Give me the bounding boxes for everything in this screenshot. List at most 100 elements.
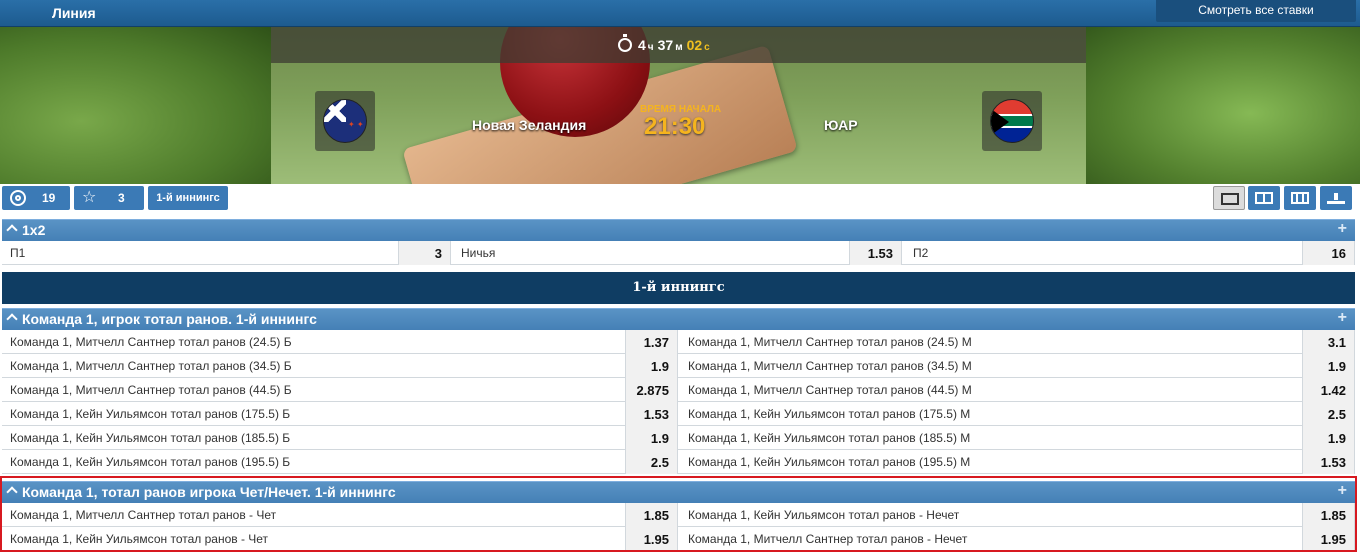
- odd-cell-left[interactable]: Команда 1, Митчелл Сантнер тотал ранов -…: [2, 503, 678, 527]
- table-row: Команда 1, Митчелл Сантнер тотал ранов (…: [2, 330, 1355, 354]
- odd-cell-right[interactable]: Команда 1, Кейн Уильямсон тотал ранов (1…: [680, 426, 1355, 450]
- timer-minutes: 37: [657, 37, 674, 53]
- odd-cell-left[interactable]: Команда 1, Митчелл Сантнер тотал ранов (…: [2, 354, 678, 378]
- outcome-name: Команда 1, Митчелл Сантнер тотал ранов (…: [10, 335, 292, 349]
- odd-cell-left[interactable]: Команда 1, Митчелл Сантнер тотал ранов (…: [2, 330, 678, 354]
- table-row: Команда 1, Митчелл Сантнер тотал ранов (…: [2, 354, 1355, 378]
- odd-value[interactable]: 2.5: [1302, 402, 1354, 426]
- odd-value[interactable]: 1.53: [849, 241, 901, 265]
- two-columns-icon: [1255, 192, 1273, 204]
- odd-value[interactable]: 2.875: [625, 378, 677, 402]
- market-title: Команда 1, тотал ранов игрока Чет/Нечет.…: [22, 484, 396, 500]
- banner-grass-left: [0, 27, 271, 184]
- odd-value[interactable]: 1.85: [625, 503, 677, 527]
- outcome-name: Команда 1, Митчелл Сантнер тотал ранов (…: [10, 359, 292, 373]
- odd-value[interactable]: 1.9: [625, 426, 677, 450]
- plus-icon[interactable]: +: [1338, 220, 1347, 238]
- timer-seconds-unit: с: [704, 42, 710, 53]
- all-markets-button[interactable]: 19: [2, 186, 70, 210]
- odd-cell-right[interactable]: Команда 1, Кейн Уильямсон тотал ранов (1…: [680, 450, 1355, 474]
- odd-value[interactable]: 1.85: [1302, 503, 1354, 527]
- compact-view-icon: [1327, 192, 1345, 204]
- table-row: Команда 1, Митчелл Сантнер тотал ранов -…: [2, 503, 1355, 527]
- table-row: Команда 1, Митчелл Сантнер тотал ранов (…: [2, 378, 1355, 402]
- odd-cell-right[interactable]: Команда 1, Митчелл Сантнер тотал ранов (…: [680, 378, 1355, 402]
- market-header[interactable]: 1х2 +: [2, 219, 1355, 241]
- market-header[interactable]: Команда 1, тотал ранов игрока Чет/Нечет.…: [2, 481, 1355, 503]
- odd-value[interactable]: 1.9: [625, 354, 677, 378]
- view-one-column-button[interactable]: [1213, 186, 1245, 210]
- view-compact-button[interactable]: [1320, 186, 1352, 210]
- odd-value[interactable]: 1.95: [625, 527, 677, 551]
- timer-hours: 4: [638, 37, 646, 53]
- outcome-name: П2: [913, 246, 929, 260]
- odd-cell-p2[interactable]: П2 16: [905, 241, 1355, 265]
- odd-cell-right[interactable]: Команда 1, Кейн Уильямсон тотал ранов - …: [680, 503, 1355, 527]
- favorites-count: 3: [118, 191, 125, 205]
- see-all-bets-button[interactable]: Смотреть все ставки: [1156, 0, 1356, 22]
- outcome-name: Команда 1, Кейн Уильямсон тотал ранов - …: [10, 532, 269, 546]
- three-columns-icon: [1291, 192, 1309, 204]
- stopwatch-icon: [618, 34, 632, 52]
- new-zealand-flag-icon: [323, 99, 367, 143]
- chevron-up-icon: [6, 224, 18, 236]
- odd-value[interactable]: 1.95: [1302, 527, 1354, 551]
- view-three-columns-button[interactable]: [1284, 186, 1316, 210]
- odd-value[interactable]: 3.1: [1302, 330, 1354, 354]
- odd-value[interactable]: 1.9: [1302, 354, 1354, 378]
- outcome-name: Команда 1, Кейн Уильямсон тотал ранов (1…: [688, 407, 971, 421]
- page-title: Линия: [52, 5, 96, 21]
- outcome-name: П1: [10, 246, 26, 260]
- timer-hours-unit: ч: [647, 42, 654, 53]
- market-row: П1 3 Ничья 1.53 П2 16: [2, 241, 1355, 265]
- odd-cell-p1[interactable]: П1 3: [2, 241, 451, 265]
- start-time: 21:30: [644, 113, 706, 140]
- team1-name: Новая Зеландия: [472, 117, 587, 133]
- market-title: 1х2: [22, 222, 46, 238]
- odd-cell-right[interactable]: Команда 1, Митчелл Сантнер тотал ранов (…: [680, 354, 1355, 378]
- market-header[interactable]: Команда 1, игрок тотал ранов. 1-й иннинг…: [2, 308, 1355, 330]
- odd-cell-left[interactable]: Команда 1, Кейн Уильямсон тотал ранов (1…: [2, 426, 678, 450]
- outcome-name: Команда 1, Кейн Уильямсон тотал ранов (1…: [688, 431, 971, 445]
- odd-cell-left[interactable]: Команда 1, Кейн Уильямсон тотал ранов (1…: [2, 450, 678, 474]
- odd-cell-left[interactable]: Команда 1, Кейн Уильямсон тотал ранов (1…: [2, 402, 678, 426]
- section-innings-header[interactable]: 1-й иннингс: [2, 272, 1355, 304]
- team2-flag-box: [982, 91, 1042, 151]
- plus-icon[interactable]: +: [1338, 482, 1347, 500]
- odd-value[interactable]: 3: [398, 241, 450, 265]
- odd-value[interactable]: 1.53: [1302, 450, 1354, 474]
- innings-filter-button[interactable]: 1-й иннингс: [148, 186, 228, 210]
- table-row: Команда 1, Кейн Уильямсон тотал ранов - …: [2, 527, 1355, 551]
- outcome-name: Команда 1, Митчелл Сантнер тотал ранов -…: [688, 532, 968, 546]
- view-two-columns-button[interactable]: [1248, 186, 1280, 210]
- market-odd-even: Команда 1, тотал ранов игрока Чет/Нечет.…: [2, 481, 1355, 551]
- odd-cell-right[interactable]: Команда 1, Митчелл Сантнер тотал ранов (…: [680, 330, 1355, 354]
- outcome-name: Команда 1, Кейн Уильямсон тотал ранов (1…: [10, 407, 291, 421]
- chevron-up-icon: [6, 313, 18, 325]
- favorites-button[interactable]: ☆ 3: [74, 186, 144, 210]
- plus-icon[interactable]: +: [1338, 309, 1347, 327]
- team2-name: ЮАР: [824, 117, 858, 133]
- odd-cell-left[interactable]: Команда 1, Кейн Уильямсон тотал ранов - …: [2, 527, 678, 551]
- odd-value[interactable]: 16: [1302, 241, 1354, 265]
- odd-value[interactable]: 1.53: [625, 402, 677, 426]
- market-toolbar: 19 ☆ 3 1-й иннингс: [0, 186, 1360, 212]
- outcome-name: Команда 1, Кейн Уильямсон тотал ранов - …: [688, 508, 960, 522]
- odd-value[interactable]: 1.9: [1302, 426, 1354, 450]
- target-icon: [10, 190, 26, 206]
- table-row: Команда 1, Кейн Уильямсон тотал ранов (1…: [2, 402, 1355, 426]
- odd-value[interactable]: 1.42: [1302, 378, 1354, 402]
- odd-value[interactable]: 1.37: [625, 330, 677, 354]
- odd-cell-right[interactable]: Команда 1, Кейн Уильямсон тотал ранов (1…: [680, 402, 1355, 426]
- odd-cell-left[interactable]: Команда 1, Митчелл Сантнер тотал ранов (…: [2, 378, 678, 402]
- top-bar: Линия Смотреть все ставки: [0, 0, 1360, 27]
- outcome-name: Команда 1, Митчелл Сантнер тотал ранов -…: [10, 508, 277, 522]
- outcome-name: Команда 1, Митчелл Сантнер тотал ранов (…: [10, 383, 292, 397]
- table-row: Команда 1, Кейн Уильямсон тотал ранов (1…: [2, 450, 1355, 474]
- odd-cell-right[interactable]: Команда 1, Митчелл Сантнер тотал ранов -…: [680, 527, 1355, 551]
- outcome-name: Команда 1, Кейн Уильямсон тотал ранов (1…: [10, 431, 291, 445]
- odd-value[interactable]: 2.5: [625, 450, 677, 474]
- star-icon: ☆: [82, 189, 97, 206]
- south-africa-flag-icon: [990, 99, 1034, 143]
- odd-cell-draw[interactable]: Ничья 1.53: [453, 241, 902, 265]
